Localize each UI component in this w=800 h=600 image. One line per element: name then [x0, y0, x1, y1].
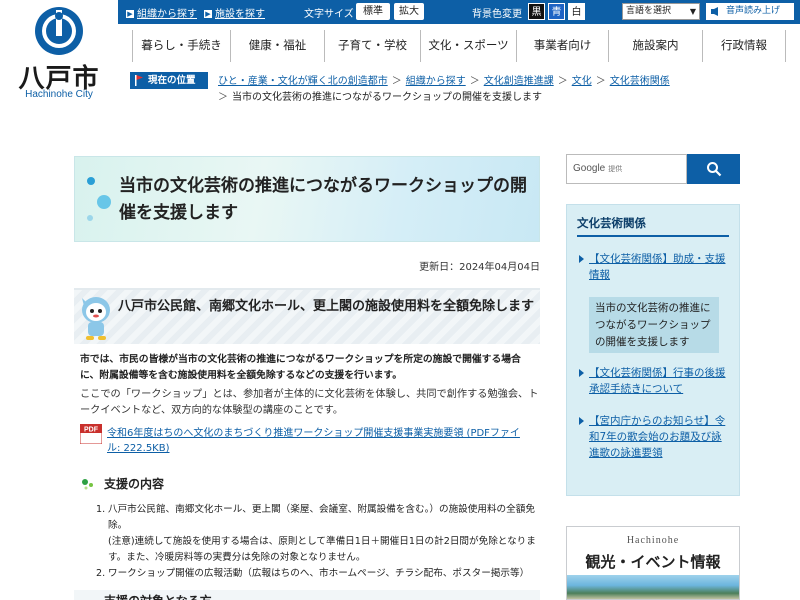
updated-date: 更新日：2024年04月04日: [419, 262, 540, 273]
read-aloud-button[interactable]: 音声読み上げ: [706, 3, 794, 20]
arrow-right-icon: ▶: [126, 10, 134, 18]
site-search: Google 提供: [566, 154, 740, 184]
arrow-right-icon: [579, 417, 584, 425]
find-facility-link[interactable]: ▶ 施設を探す: [204, 5, 265, 20]
breadcrumb-link[interactable]: 文化: [572, 76, 592, 87]
banner-subtitle: Hachinohe: [626, 535, 680, 546]
section-heading-fee-exemption: 八戸市公民館、南郷文化ホール、更上閣の施設使用料を全額免除します: [74, 288, 540, 344]
list-item: 1. 八戸市公民館、南郷文化ホール、更上閣（楽屋、会議室、附属設備を含む。）の施…: [96, 504, 536, 563]
heading-bullet-icon: [82, 479, 93, 490]
breadcrumb-link[interactable]: ひと・産業・文化が輝く北の創造都市: [218, 76, 388, 87]
breadcrumb-current: 当市の文化芸術の推進につながるワークショップの開催を支援します: [232, 92, 542, 103]
decorative-dot-icon: [97, 195, 111, 209]
bg-color-label: 背景色変更: [472, 9, 522, 20]
nav-item-culture[interactable]: 文化・スポーツ: [420, 30, 516, 62]
decorative-dot-icon: [87, 215, 93, 221]
chevron-down-icon: ▼: [689, 7, 696, 16]
breadcrumb-link[interactable]: 文化芸術関係: [610, 76, 670, 87]
nav-item-facilities[interactable]: 施設案内: [608, 30, 702, 62]
coastline-image: [567, 575, 739, 599]
bg-white-button[interactable]: 白: [568, 3, 585, 20]
pdf-file-icon: PDF: [80, 424, 102, 444]
breadcrumb-link[interactable]: 組織から探す: [406, 76, 466, 87]
list-item: 2. ワークショップ開催の広報活動（広報はちのへ、市ホームページ、チラシ配布、ポ…: [96, 568, 530, 579]
banner-title: 観光・イベント情報: [585, 553, 721, 571]
sidebar-item-grants[interactable]: 【文化芸術関係】助成・支援情報: [579, 251, 729, 283]
arrow-right-icon: ▶: [204, 10, 212, 18]
breadcrumb: ひと・産業・文化が輝く北の創造都市＞組織から探す＞文化創造推進課＞文化＞文化芸術…: [218, 76, 670, 103]
lead-paragraph: 市では、市民の皆様が当市の文化芸術の推進につながるワークショップを所定の施設で開…: [80, 354, 521, 381]
section-title: 支援の対象となる方: [104, 592, 212, 600]
nav-item-business[interactable]: 事業者向け: [516, 30, 608, 62]
current-location-label: 現在の位置: [130, 72, 208, 89]
sidebar-item-sponsorship[interactable]: 【文化芸術関係】行事の後援承認手続きについて: [579, 365, 729, 397]
arrow-right-icon: [579, 255, 584, 263]
tourism-banner[interactable]: Hachinohe 観光・イベント情報: [566, 526, 740, 600]
sidebar-item-utakai[interactable]: 【宮内庁からのお知らせ】令和7年の歌会始のお題及び詠進歌の詠進要領: [579, 413, 729, 461]
breadcrumb-link[interactable]: 文化創造推進課: [484, 76, 554, 87]
page-title-box: 当市の文化芸術の推進につながるワークショップの開催を支援します: [74, 156, 540, 242]
city-emblem-icon: [35, 7, 83, 55]
nav-item-health[interactable]: 健康・福祉: [230, 30, 324, 62]
search-icon: [707, 162, 722, 177]
font-standard-button[interactable]: 標準: [356, 3, 390, 20]
bg-black-button[interactable]: 黒: [528, 3, 545, 20]
nav-item-living[interactable]: 暮らし・手続き: [132, 30, 230, 62]
section-heading-eligibility: 支援の対象となる方: [74, 590, 540, 600]
workshop-definition-paragraph: ここでの「ワークショップ」とは、参加者が主体的に文化芸術を体験し、共同で創作する…: [80, 389, 539, 416]
speaker-icon: [711, 7, 718, 16]
page-title: 当市の文化芸術の推進につながるワークショップの開催を支援します: [119, 176, 527, 223]
mascot-icon: [82, 297, 110, 340]
sidebar-item-current: 当市の文化芸術の推進につながるワークショップの開催を支援します: [589, 297, 719, 353]
flag-icon: [135, 75, 143, 86]
bg-blue-button[interactable]: 青: [548, 3, 565, 20]
font-size-label: 文字サイズ: [304, 9, 354, 20]
logo-subtitle: Hachinohe City: [25, 89, 93, 100]
font-enlarge-button[interactable]: 拡大: [394, 3, 424, 20]
pdf-download-link[interactable]: 令和6年度はちのへ文化のまちづくり推進ワークショップ開催支援事業実施要領 (PD…: [107, 426, 527, 456]
utility-bar: ▶ 組織から探す ▶ 施設を探す 文字サイズ 標準 拡大 背景色変更 黒 青 白 言…: [118, 0, 800, 24]
sidebar-related: 文化芸術関係 【文化芸術関係】助成・支援情報 当市の文化芸術の推進につながるワー…: [566, 204, 740, 496]
decorative-dot-icon: [87, 177, 95, 185]
sidebar-title: 文化芸術関係: [577, 216, 646, 230]
site-logo[interactable]: 八戸市 Hachinohe City: [0, 0, 118, 118]
global-nav: 暮らし・手続き 健康・福祉 子育て・学校 文化・スポーツ 事業者向け 施設案内 …: [132, 30, 800, 62]
arrow-right-icon: [579, 369, 584, 377]
search-button[interactable]: [687, 154, 740, 184]
nav-item-government[interactable]: 行政情報: [702, 30, 786, 62]
section-heading-support-content: 支援の内容: [74, 472, 540, 496]
pdf-label: PDF: [84, 427, 99, 434]
pdf-attachment: PDF 令和6年度はちのへ文化のまちづくり推進ワークショップ開催支援事業実施要領…: [80, 424, 540, 458]
section-title: 支援の内容: [104, 477, 165, 491]
nav-item-childcare[interactable]: 子育て・学校: [324, 30, 420, 62]
section-title: 八戸市公民館、南郷文化ホール、更上閣の施設使用料を全額免除します: [118, 299, 535, 314]
search-input[interactable]: Google 提供: [566, 154, 687, 184]
language-select[interactable]: 言語を選択 ▼: [622, 3, 700, 20]
find-by-org-link[interactable]: ▶ 組織から探す: [126, 5, 197, 20]
support-list: 1. 八戸市公民館、南郷文化ホール、更上閣（楽屋、会議室、附属設備を含む。）の施…: [96, 502, 542, 582]
